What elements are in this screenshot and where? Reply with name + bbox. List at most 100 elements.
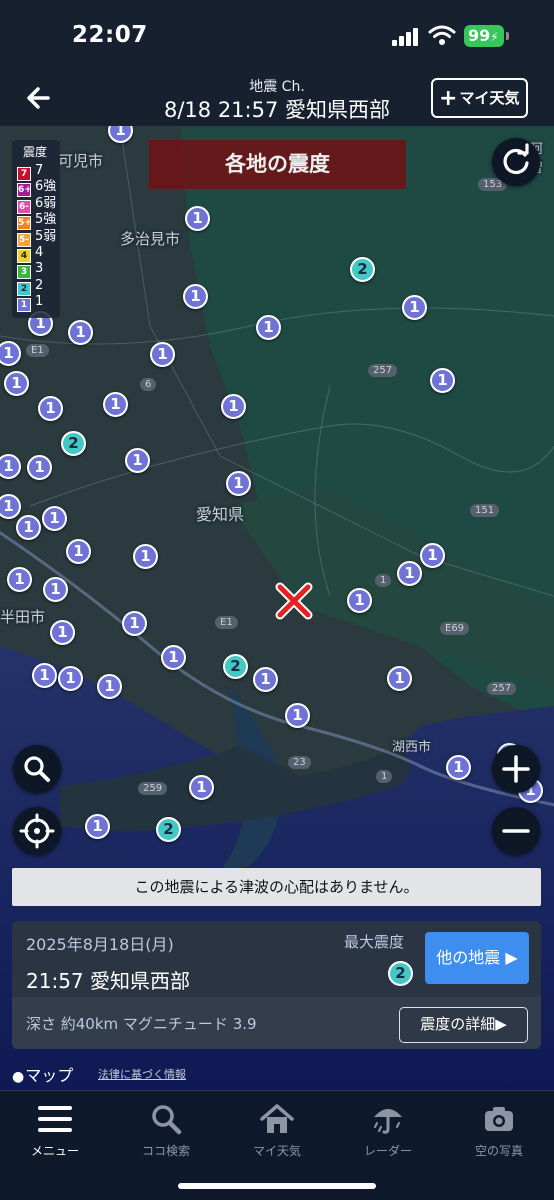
minus-icon (502, 829, 530, 833)
intensity-1-marker[interactable]: 1 (221, 394, 246, 419)
legend-label: 5弱 (35, 228, 57, 244)
intensity-1-marker[interactable]: 1 (446, 755, 471, 780)
road-label: 151 (470, 504, 500, 517)
intensity-1-marker[interactable]: 1 (85, 814, 110, 839)
depth-magnitude: 深さ 約40km マグニチュード 3.9 (26, 1015, 257, 1033)
road-label: 1 (376, 770, 393, 783)
intensity-1-marker[interactable]: 1 (133, 544, 158, 569)
intensity-1-marker[interactable]: 1 (185, 206, 210, 231)
intensity-1-marker[interactable]: 1 (402, 295, 427, 320)
intensity-1-marker[interactable]: 1 (16, 515, 41, 540)
other-earthquakes-button[interactable]: 他の地震 ▶ (425, 932, 529, 984)
tab-sky-photo[interactable]: 空の写真 (444, 1099, 554, 1163)
intensity-1-marker[interactable]: 1 (397, 561, 422, 586)
intensity-1-marker[interactable]: 1 (122, 611, 147, 636)
zoom-out-button[interactable] (492, 807, 540, 855)
refresh-icon (503, 143, 529, 175)
intensity-1-marker[interactable]: 1 (183, 284, 208, 309)
legend-label: 1 (35, 294, 44, 310)
map-search-button[interactable] (13, 745, 61, 793)
road-label: 23 (288, 756, 311, 769)
intensity-1-marker[interactable]: 1 (189, 775, 214, 800)
intensity-1-marker[interactable]: 1 (43, 577, 68, 602)
search-icon (152, 1105, 182, 1135)
apple-logo-icon: ● (12, 1069, 25, 1085)
intensity-1-marker[interactable]: 1 (161, 645, 186, 670)
intensity-1-marker[interactable]: 1 (226, 471, 251, 496)
search-icon (24, 756, 50, 782)
legend-swatch: 1 (17, 298, 31, 313)
intensity-1-marker[interactable]: 1 (430, 368, 455, 393)
intensity-2-marker[interactable]: 2 (61, 431, 86, 456)
tab-search[interactable]: ココ検索 (111, 1099, 221, 1163)
refresh-button[interactable] (492, 138, 540, 186)
intensity-detail-button[interactable]: 震度の詳細▶ (399, 1007, 528, 1043)
legend-label: 4 (35, 244, 44, 260)
intensity-1-marker[interactable]: 1 (42, 506, 67, 531)
intensity-2-marker[interactable]: 2 (223, 654, 248, 679)
add-my-weather-button[interactable]: + マイ天気 (431, 78, 528, 118)
road-label: E1 (215, 616, 238, 629)
intensity-1-marker[interactable]: 1 (253, 667, 278, 692)
plus-icon: + (439, 86, 458, 111)
intensity-1-marker[interactable]: 1 (125, 448, 150, 473)
place-label-kani: 可児市 (58, 152, 104, 170)
legend-row: 33 (17, 261, 60, 280)
intensity-1-marker[interactable]: 1 (27, 455, 52, 480)
zoom-in-button[interactable] (492, 745, 540, 793)
intensity-map[interactable]: 可児市 多治見市 愛知県 半田市 湖西市 阿智 E1 257 6 153 151… (0, 126, 554, 1090)
intensity-2-marker[interactable]: 2 (350, 257, 375, 282)
status-bar: 22:07 99⚡ (0, 0, 554, 70)
intensity-1-marker[interactable]: 1 (58, 666, 83, 691)
intensity-1-marker[interactable]: 1 (420, 543, 445, 568)
plus-icon (502, 755, 530, 783)
wifi-icon (428, 25, 456, 45)
cellular-signal-icon (392, 28, 420, 46)
road-label: E1 (26, 344, 49, 357)
intensity-2-marker[interactable]: 2 (156, 817, 181, 842)
legend-row: 6+ 6強 (17, 179, 60, 198)
intensity-1-marker[interactable]: 1 (7, 567, 32, 592)
road-label: E69 (440, 622, 470, 635)
intensity-1-marker[interactable]: 1 (387, 666, 412, 691)
intensity-1-marker[interactable]: 1 (32, 663, 57, 688)
place-label-aichi: 愛知県 (196, 505, 245, 524)
battery-level: 99 (468, 26, 491, 45)
tab-label: 空の写真 (474, 1144, 523, 1158)
home-icon (260, 1104, 294, 1133)
legend-row: 6- 6弱 (17, 196, 60, 214)
intensity-1-marker[interactable]: 1 (68, 320, 93, 345)
battery-icon: 99⚡ (464, 25, 509, 47)
app-root: 22:07 99⚡ 地震 Ch. 8/18 21:57 愛知県西部 +マイ天気 (0, 0, 554, 1200)
apple-maps-label: マップ (25, 1066, 74, 1085)
road-label: 1 (375, 574, 392, 587)
tab-label: マイ天気 (252, 1144, 301, 1158)
legend-row: 77 (17, 163, 60, 181)
legal-link[interactable]: 法律に基づく情報 (98, 1066, 186, 1082)
quake-date: 2025年8月18日(月) (26, 935, 174, 954)
quake-info-card: 2025年8月18日(月) 21:57 愛知県西部 最大震度 2 他の地震 ▶ … (12, 921, 541, 1049)
tab-radar[interactable]: レーダー (333, 1099, 443, 1163)
tab-my-weather[interactable]: マイ天気 (222, 1099, 332, 1163)
epicenter-marker-icon (275, 582, 313, 620)
intensity-1-marker[interactable]: 1 (38, 396, 63, 421)
intensity-1-marker[interactable]: 1 (66, 539, 91, 564)
umbrella-icon (374, 1109, 402, 1134)
intensity-1-marker[interactable]: 1 (285, 703, 310, 728)
road-label: 257 (368, 364, 398, 377)
legend-label: 3 (35, 261, 44, 277)
road-label: 6 (140, 378, 157, 391)
intensity-1-marker[interactable]: 1 (347, 588, 372, 613)
intensity-1-marker[interactable]: 1 (256, 315, 281, 340)
legend-row: 22 (17, 278, 60, 296)
legend-row: 5+ 5強 (17, 212, 60, 231)
intensity-1-marker[interactable]: 1 (103, 392, 128, 417)
intensity-1-marker[interactable]: 1 (150, 342, 175, 367)
road-label: 259 (138, 782, 168, 795)
intensity-1-marker[interactable]: 1 (97, 674, 122, 699)
place-label-handa: 半田市 (0, 608, 46, 626)
tab-menu[interactable]: メニュー (0, 1099, 110, 1163)
current-location-button[interactable] (13, 807, 61, 855)
intensity-1-marker[interactable]: 1 (4, 371, 29, 396)
intensity-1-marker[interactable]: 1 (50, 620, 75, 645)
